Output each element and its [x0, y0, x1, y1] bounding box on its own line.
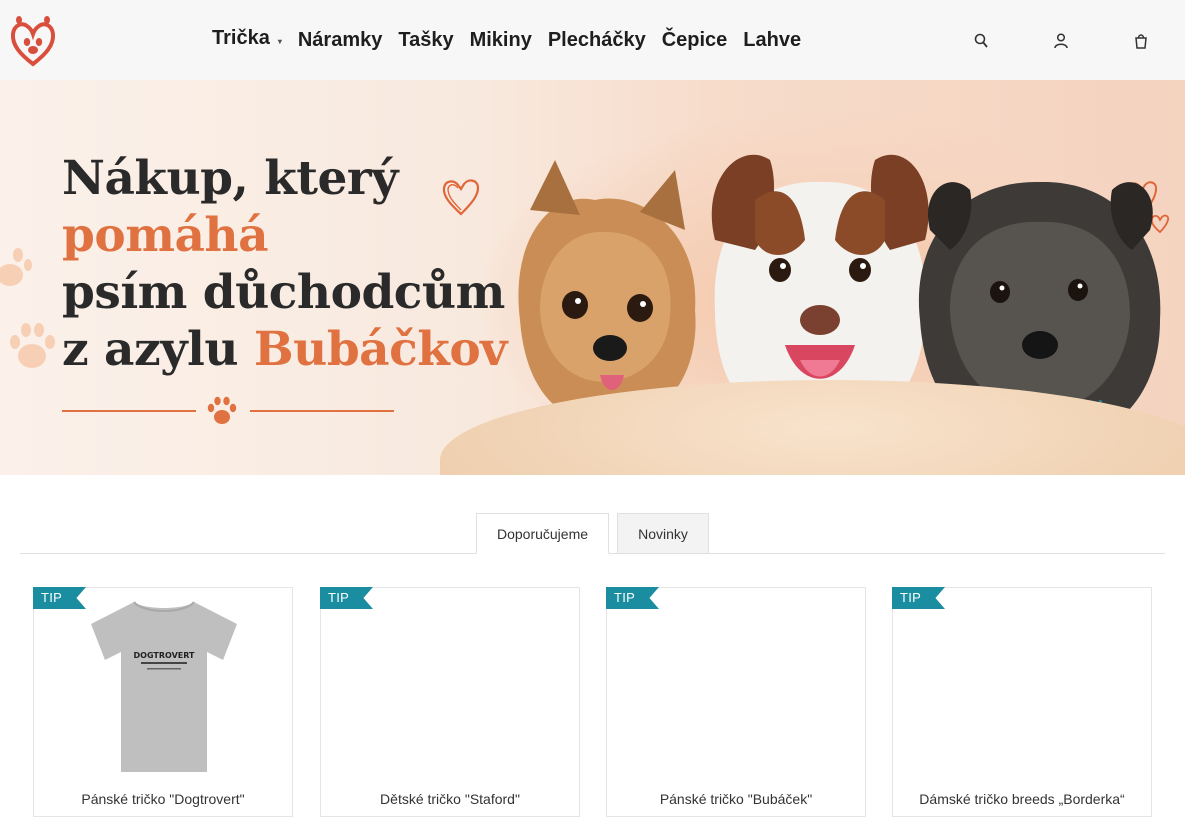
main-nav: Trička ▾ Náramky Tašky Mikiny Plecháčky …	[204, 0, 809, 80]
paw-decoration-icon	[0, 248, 32, 286]
tab-doporucujeme[interactable]: Doporučujeme	[476, 513, 609, 554]
paw-icon	[207, 396, 237, 424]
hero-banner[interactable]: Nákup, který pomáhá psím důchodcům z azy…	[0, 80, 1185, 475]
hero-divider	[62, 396, 394, 426]
product-card[interactable]: TIP Dámské tričko breeds „Borderka“	[892, 587, 1152, 817]
nav-item-label: Tašky	[398, 28, 454, 51]
nav-item-label: Trička	[212, 26, 270, 49]
search-icon[interactable]	[974, 31, 988, 51]
product-card[interactable]: DOGTROVERT TIP Pánské tričko "Dogtrovert…	[33, 587, 293, 817]
hero-line-4: z azylu Bubáčkov	[62, 321, 507, 378]
product-name[interactable]: Dámské tričko breeds „Borderka“	[893, 791, 1151, 807]
nav-item-cepice[interactable]: Čepice	[654, 29, 736, 52]
tab-novinky[interactable]: Novinky	[617, 513, 709, 554]
chevron-down-icon[interactable]: ▾	[278, 37, 282, 46]
tab-label: Doporučujeme	[496, 525, 589, 542]
nav-item-label: Mikiny	[469, 28, 532, 51]
nav-item-lahve[interactable]: Lahve	[735, 29, 809, 52]
nav-item-plechacky[interactable]: Plecháčky	[540, 29, 654, 52]
hero-line-3: psím důchodcům	[62, 265, 505, 320]
product-name[interactable]: Pánské tričko "Dogtrovert"	[34, 791, 292, 807]
user-icon[interactable]	[1054, 31, 1068, 51]
heart-paw-logo-icon[interactable]	[10, 12, 56, 68]
tip-badge: TIP	[892, 587, 945, 609]
heart-doodle-icon	[442, 179, 480, 216]
nav-item-naramky[interactable]: Náramky	[290, 29, 391, 52]
tip-badge: TIP	[320, 587, 373, 609]
product-name[interactable]: Dětské tričko "Staford"	[321, 791, 579, 807]
product-name[interactable]: Pánské tričko "Bubáček"	[607, 791, 865, 807]
tab-label: Novinky	[638, 525, 688, 542]
divider-line	[250, 410, 394, 412]
paw-decoration-icon	[10, 323, 55, 368]
tip-badge: TIP	[33, 587, 86, 609]
cart-icon[interactable]	[1134, 31, 1148, 51]
nav-item-label: Lahve	[743, 28, 802, 51]
grey-tshirt-image[interactable]: DOGTROVERT	[89, 596, 239, 774]
nav-item-tricka[interactable]: Trička ▾	[204, 27, 290, 50]
hero-line-4-accent: Bubáčkov	[253, 322, 508, 377]
nav-item-mikiny[interactable]: Mikiny	[462, 29, 540, 52]
divider-line	[62, 410, 196, 412]
hero-line-4-prefix: z azylu	[62, 322, 239, 377]
tip-badge: TIP	[606, 587, 659, 609]
nav-item-tasky[interactable]: Tašky	[390, 29, 461, 52]
site-header: Trička ▾ Náramky Tašky Mikiny Plecháčky …	[0, 0, 1185, 80]
dog-yorkie	[518, 160, 696, 425]
product-card[interactable]: TIP Dětské tričko "Staford"	[320, 587, 580, 817]
nav-item-label: Plecháčky	[547, 28, 646, 51]
tshirt-print-text: DOGTROVERT	[134, 651, 196, 660]
nav-item-label: Náramky	[297, 28, 383, 51]
product-card[interactable]: TIP Pánské tričko "Bubáček"	[606, 587, 866, 817]
nav-item-label: Čepice	[661, 28, 728, 51]
